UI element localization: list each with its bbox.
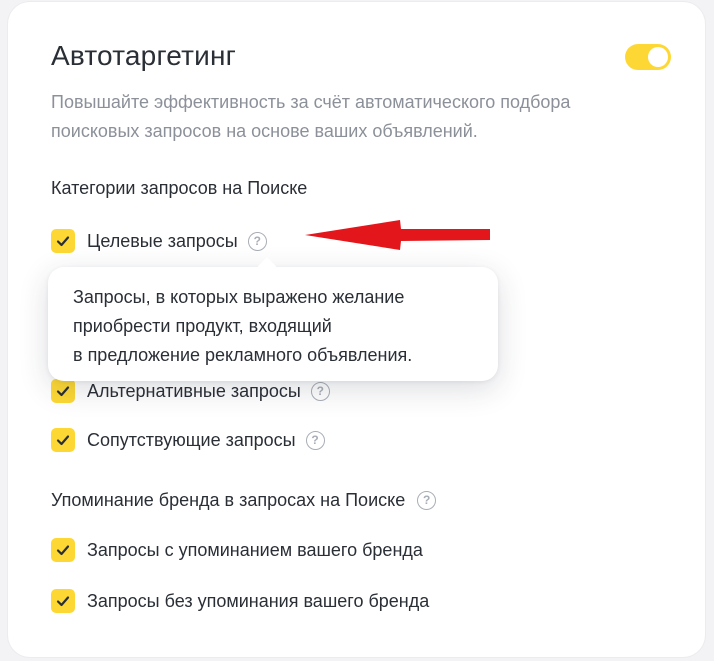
checkbox-row-with-brand[interactable]: Запросы с упоминанием вашего бренда — [51, 538, 423, 562]
tooltip-text: Запросы, в которых выражено желание прио… — [73, 283, 493, 370]
categories-section-title: Категории запросов на Поиске — [51, 178, 308, 198]
checkmark-icon — [56, 435, 70, 446]
help-tooltip: Запросы, в которых выражено желание прио… — [48, 267, 498, 381]
checkbox[interactable] — [51, 379, 75, 403]
checkbox-label: Запросы с упоминанием вашего бренда — [87, 539, 423, 560]
tooltip-line: Запросы, в которых выражено желание — [73, 287, 405, 307]
checkbox[interactable] — [51, 589, 75, 613]
red-arrow-annotation — [305, 220, 490, 250]
toggle-knob — [648, 47, 668, 67]
checkbox[interactable] — [51, 538, 75, 562]
checkbox[interactable] — [51, 428, 75, 452]
checkbox-row-related-queries[interactable]: Сопутствующие запросы ? — [51, 428, 325, 452]
question-circle-icon[interactable]: ? — [247, 231, 267, 251]
brand-section-title: Упоминание бренда в запросах на Поиске — [51, 489, 406, 510]
tooltip-line: приобрести продукт, входящий — [73, 316, 332, 336]
checkbox-label: Целевые запросы — [87, 230, 238, 251]
checkbox-row-target-queries[interactable]: Целевые запросы ? — [51, 229, 267, 253]
checkbox-label: Сопутствующие запросы — [87, 429, 296, 450]
checkbox-row-without-brand[interactable]: Запросы без упоминания вашего бренда — [51, 589, 429, 613]
question-circle-icon[interactable]: ? — [305, 430, 325, 450]
autotargeting-toggle[interactable] — [625, 44, 671, 70]
checkmark-icon — [56, 386, 70, 397]
checkbox-label: Альтернативные запросы — [87, 380, 301, 401]
checkmark-icon — [56, 236, 70, 247]
checkmark-icon — [56, 545, 70, 556]
checkbox[interactable] — [51, 229, 75, 253]
brand-section-header: Упоминание бренда в запросах на Поиске ? — [51, 488, 437, 512]
card-description: Повышайте эффективность за счёт автомати… — [51, 92, 571, 141]
tooltip-line: в предложение рекламного объявления. — [73, 345, 413, 365]
checkbox-label: Запросы без упоминания вашего бренда — [87, 590, 430, 611]
checkbox-row-alternative-queries[interactable]: Альтернативные запросы ? — [51, 379, 330, 403]
question-circle-icon[interactable]: ? — [310, 381, 330, 401]
question-circle-icon[interactable]: ? — [417, 490, 437, 510]
card-title: Автотаргетинг — [51, 40, 237, 71]
checkmark-icon — [56, 596, 70, 607]
